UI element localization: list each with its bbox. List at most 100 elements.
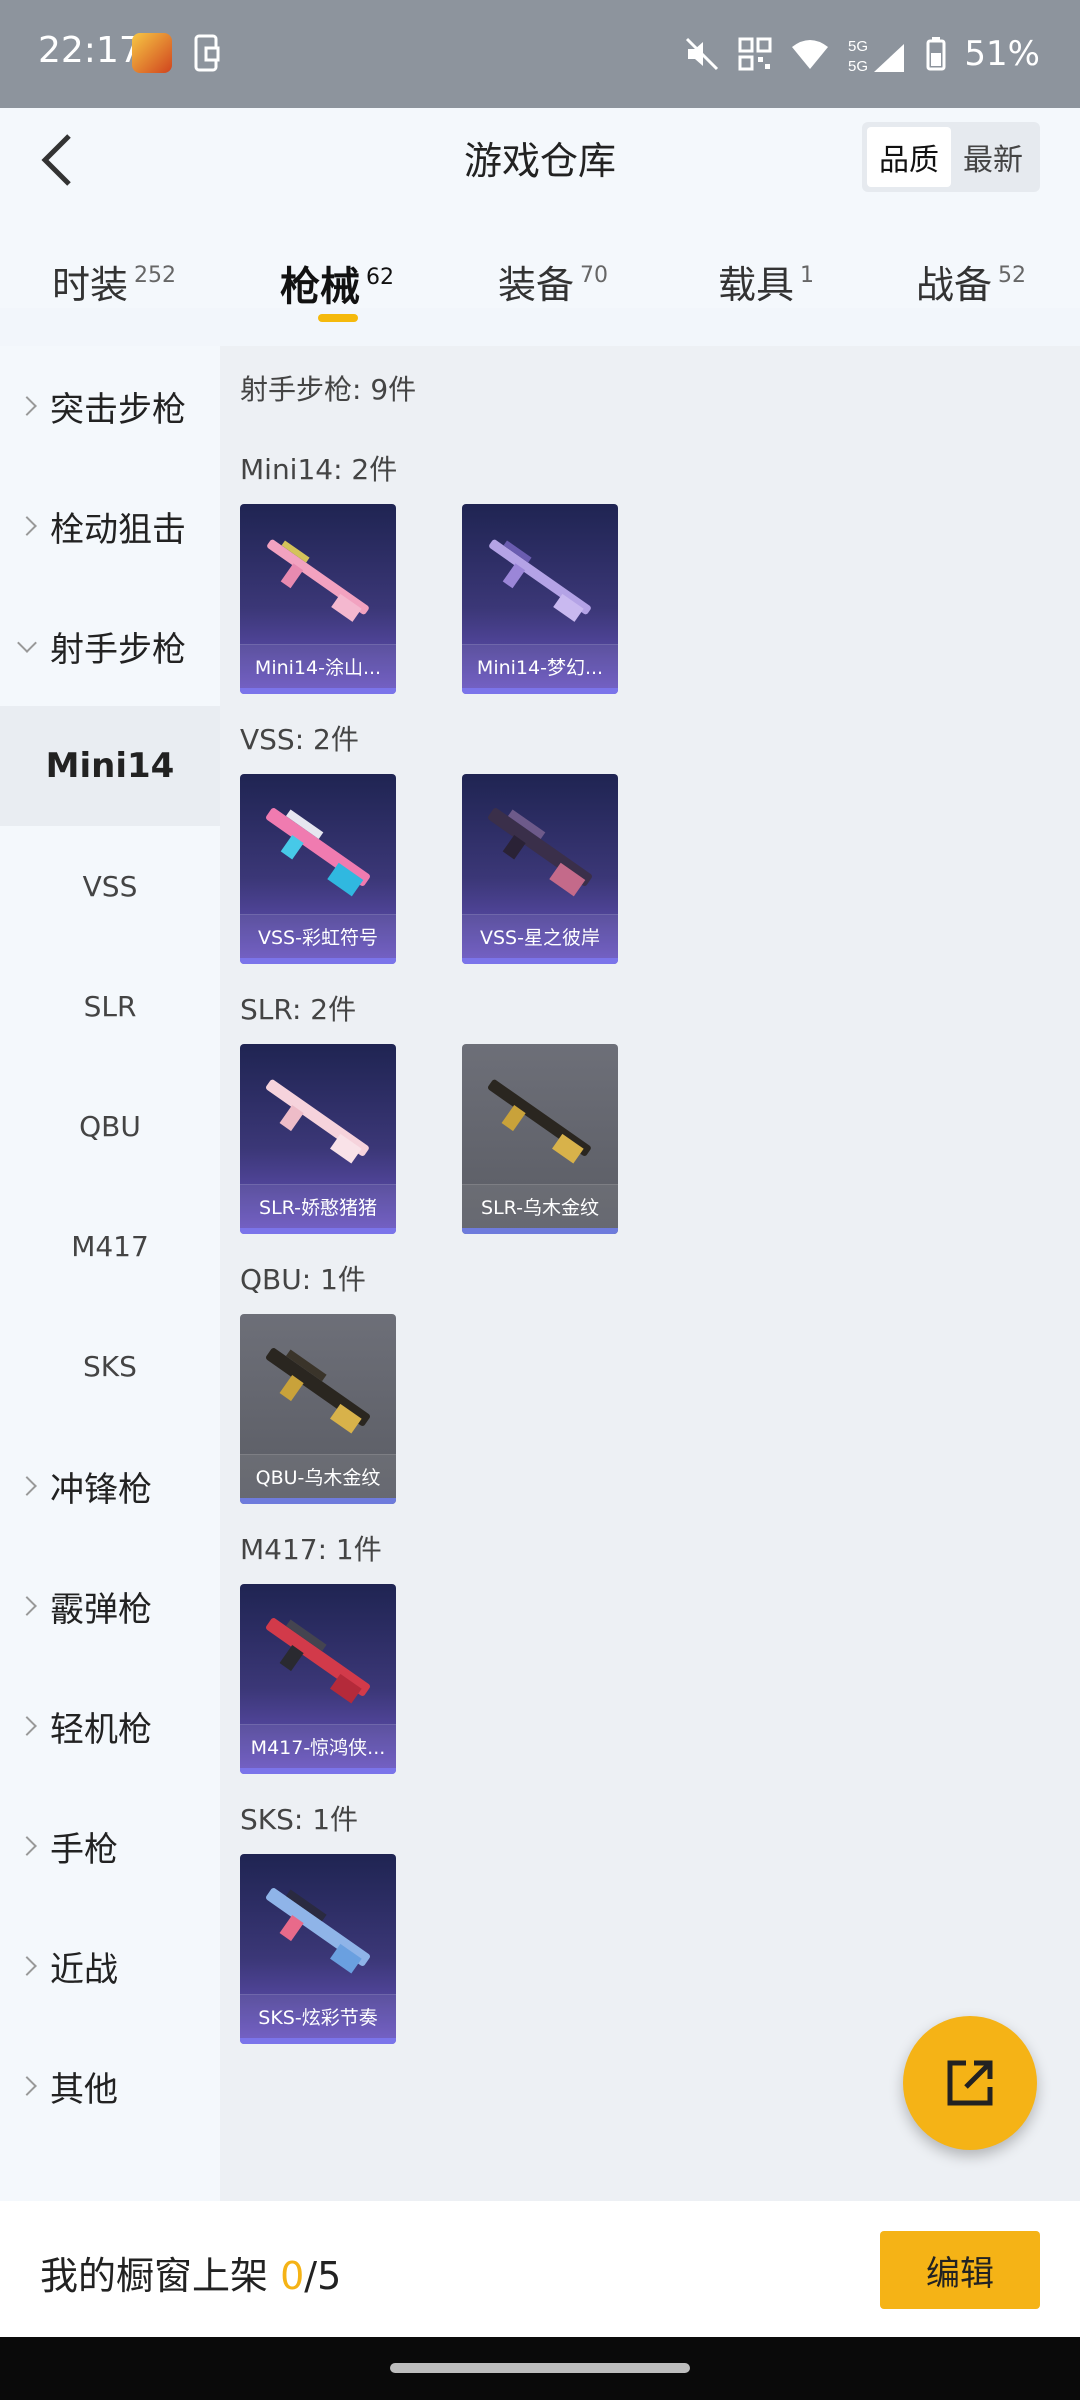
sort-by-quality[interactable]: 品质 <box>867 127 951 187</box>
tab-vehicles[interactable]: 载具 1 <box>718 254 814 309</box>
sidebar-item-pistol[interactable]: 手枪 <box>0 1786 220 1906</box>
svg-text:5G: 5G <box>848 58 868 74</box>
item-name: QBU-乌木金纹 <box>240 1454 396 1498</box>
chevron-down-icon <box>17 633 37 653</box>
rarity-bar <box>240 1228 396 1234</box>
rifle-icon <box>489 539 591 622</box>
item-card[interactable]: QBU-乌木金纹 <box>240 1314 396 1504</box>
item-name: Mini14-梦幻... <box>462 644 618 688</box>
sort-by-newest[interactable]: 最新 <box>951 127 1035 187</box>
sidebar-item-assault-rifle[interactable]: 突击步枪 <box>0 346 220 466</box>
chevron-right-icon <box>17 1956 37 1976</box>
group-label-m417: M417: 1件 <box>240 1533 382 1566</box>
tab-label: 时装 <box>52 263 129 307</box>
sidebar-item-bolt-sniper[interactable]: 栓动狙击 <box>0 466 220 586</box>
rarity-bar <box>462 688 618 694</box>
group-label-slr: SLR: 2件 <box>240 993 357 1026</box>
battery-icon <box>926 37 946 71</box>
sidebar-sub-m417[interactable]: M417 <box>0 1186 220 1306</box>
showcase-total: /5 <box>304 2254 342 2298</box>
sidebar-item-label: 霰弹枪 <box>50 1589 152 1630</box>
item-name: SKS-炫彩节奏 <box>240 1994 396 2038</box>
tab-equipment[interactable]: 装备 70 <box>498 254 608 309</box>
item-card[interactable]: SLR-乌木金纹 <box>462 1044 618 1234</box>
bottom-bar: 我的橱窗上架 0/5 编辑 <box>0 2201 1080 2337</box>
chevron-right-icon <box>17 2076 37 2096</box>
signal-icon: 5G 5G <box>848 34 908 74</box>
wifi-icon <box>790 37 830 71</box>
chevron-right-icon <box>17 1836 37 1856</box>
showcase-status: 我的橱窗上架 0/5 <box>40 2245 341 2300</box>
tab-count: 70 <box>580 263 609 288</box>
home-gesture-handle[interactable] <box>390 2363 690 2373</box>
rifle-icon <box>266 1348 370 1434</box>
group-label-mini14: Mini14: 2件 <box>240 453 398 486</box>
item-grid-panel: 射手步枪: 9件 Mini14: 2件 Mini14-涂山... Mini14-… <box>220 346 1080 2201</box>
item-card[interactable]: Mini14-梦幻... <box>462 504 618 694</box>
tab-label: 载具 <box>718 263 795 307</box>
rarity-bar <box>240 1768 396 1774</box>
tab-count: 52 <box>998 263 1027 288</box>
sidebar-item-marksman-rifle[interactable]: 射手步枪 <box>0 586 220 706</box>
status-bar: 22:17 5G 5G 51% <box>0 0 1080 108</box>
sidebar-item-label: 手枪 <box>50 1829 118 1870</box>
active-tab-indicator <box>318 314 358 322</box>
item-card[interactable]: SLR-娇憨猪猪 <box>240 1044 396 1234</box>
chevron-right-icon <box>17 1716 37 1736</box>
sidebar-item-label: 其他 <box>50 2069 118 2110</box>
sidebar-item-lmg[interactable]: 轻机枪 <box>0 1666 220 1786</box>
item-name: SLR-乌木金纹 <box>462 1184 618 1228</box>
tab-count: 252 <box>134 263 177 288</box>
share-external-icon <box>947 2060 993 2106</box>
rifle-icon <box>488 808 592 897</box>
chevron-right-icon <box>17 396 37 416</box>
sidebar-item-melee[interactable]: 近战 <box>0 1906 220 2026</box>
svg-text:5G: 5G <box>848 38 868 55</box>
rarity-bar <box>462 1228 618 1234</box>
sidebar-sub-mini14[interactable]: Mini14 <box>0 706 220 826</box>
sidebar-item-other[interactable]: 其他 <box>0 2026 220 2146</box>
item-name: VSS-星之彼岸 <box>462 914 618 958</box>
sort-toggle: 品质 最新 <box>862 122 1040 192</box>
status-time: 22:17 <box>38 30 142 71</box>
item-card[interactable]: SKS-炫彩节奏 <box>240 1854 396 2044</box>
sidebar-item-label: 栓动狙击 <box>50 509 186 550</box>
rifle-icon <box>266 1079 369 1164</box>
sidebar-item-label: 近战 <box>50 1949 118 1990</box>
tab-weapons[interactable]: 枪械 62 <box>280 254 394 312</box>
share-button[interactable] <box>903 2016 1037 2150</box>
group-label-qbu: QBU: 1件 <box>240 1263 366 1296</box>
game-app-icon <box>132 33 172 73</box>
phone-screen-icon <box>192 34 222 74</box>
group-label-sks: SKS: 1件 <box>240 1803 359 1836</box>
sidebar-sub-qbu[interactable]: QBU <box>0 1066 220 1186</box>
rifle-icon <box>266 808 370 897</box>
rarity-bar <box>240 2038 396 2044</box>
item-name: Mini14-涂山... <box>240 644 396 688</box>
showcase-current: 0 <box>280 2254 305 2298</box>
item-card[interactable]: VSS-星之彼岸 <box>462 774 618 964</box>
category-summary: 射手步枪: 9件 <box>240 373 417 406</box>
tab-outfit[interactable]: 时装 252 <box>52 254 176 309</box>
sidebar-item-label: 轻机枪 <box>50 1709 152 1750</box>
sidebar-sub-vss[interactable]: VSS <box>0 826 220 946</box>
rarity-bar <box>462 958 618 964</box>
sidebar-sub-slr[interactable]: SLR <box>0 946 220 1066</box>
sidebar-sub-sks[interactable]: SKS <box>0 1306 220 1426</box>
chevron-right-icon <box>17 516 37 536</box>
chevron-right-icon <box>17 1476 37 1496</box>
tab-supplies[interactable]: 战备 52 <box>916 254 1026 309</box>
item-card[interactable]: M417-惊鸿侠... <box>240 1584 396 1774</box>
rifle-icon <box>488 1079 591 1164</box>
sidebar-item-shotgun[interactable]: 霰弹枪 <box>0 1546 220 1666</box>
item-card[interactable]: VSS-彩虹符号 <box>240 774 396 964</box>
rarity-bar <box>240 688 396 694</box>
sidebar-item-label: 突击步枪 <box>50 389 186 430</box>
sidebar-item-smg[interactable]: 冲锋枪 <box>0 1426 220 1546</box>
sidebar-item-label: 射手步枪 <box>50 629 186 670</box>
edit-button[interactable]: 编辑 <box>880 2231 1040 2309</box>
category-sidebar: 突击步枪 栓动狙击 射手步枪 Mini14 VSS SLR QBU M417 S… <box>0 346 220 2201</box>
item-name: SLR-娇憨猪猪 <box>240 1184 396 1228</box>
item-card[interactable]: Mini14-涂山... <box>240 504 396 694</box>
tab-label: 枪械 <box>280 264 360 310</box>
